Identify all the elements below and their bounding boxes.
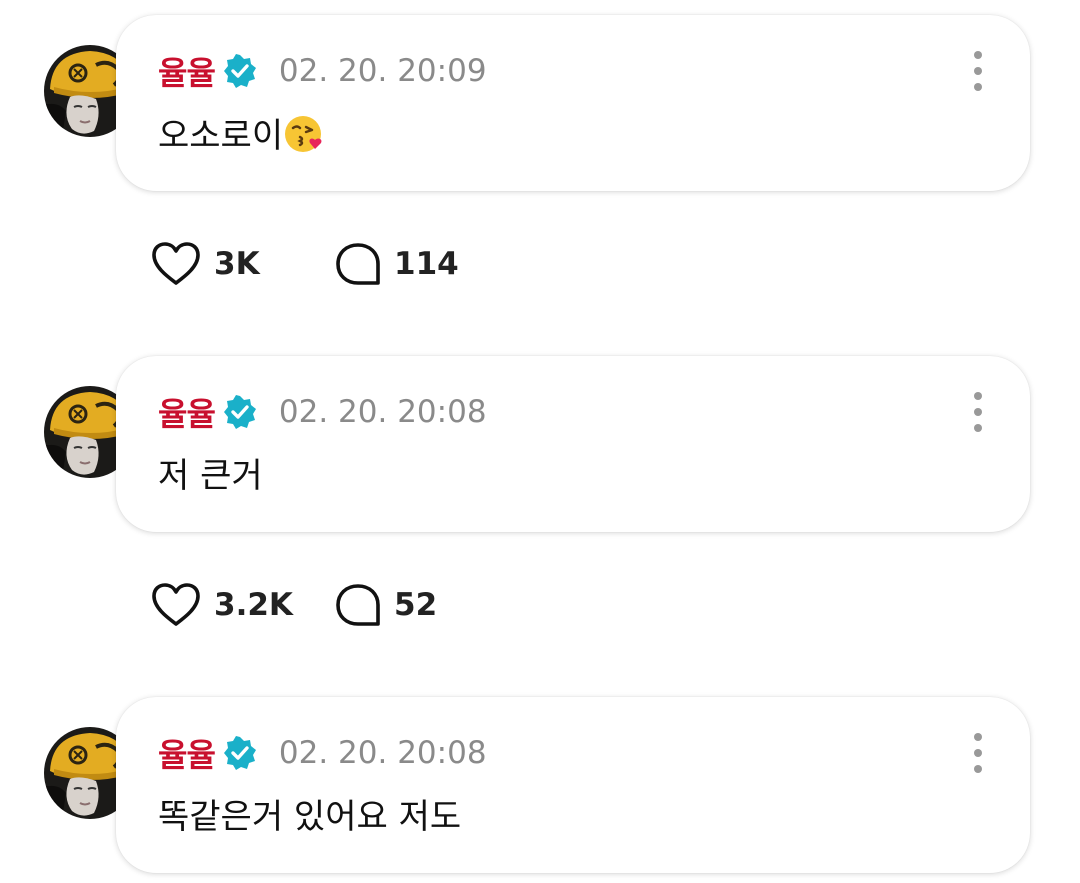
speech-bubble-icon	[334, 582, 382, 628]
heart-icon	[150, 582, 202, 628]
verified-badge-icon	[223, 54, 257, 88]
comment-meta: 율율 02. 20. 20:08	[158, 730, 487, 776]
comment-bubble: 율율 02. 20. 20:08 똑같은거 있어요 저도	[116, 697, 1030, 873]
comment-text-content: 오소로이	[158, 116, 284, 156]
like-button[interactable]: 3.2K	[150, 582, 334, 628]
reply-count: 52	[394, 587, 438, 623]
speech-bubble-icon	[334, 241, 382, 287]
comment-bubble: 율율 02. 20. 20:08 저 큰거	[116, 356, 1030, 532]
more-vertical-icon[interactable]	[966, 51, 990, 91]
reply-button[interactable]: 114	[334, 241, 459, 287]
comment-bubble: 율율 02. 20. 20:09 오소로이	[116, 15, 1030, 191]
author-name[interactable]: 율율	[158, 730, 216, 776]
verified-badge-icon	[223, 736, 257, 770]
reply-count: 114	[394, 246, 459, 282]
like-count: 3K	[214, 246, 260, 282]
timestamp: 02. 20. 20:09	[278, 53, 487, 89]
comment-text: 똑같은거 있어요 저도	[158, 797, 462, 837]
timestamp: 02. 20. 20:08	[278, 394, 487, 430]
more-vertical-icon[interactable]	[966, 392, 990, 432]
author-name[interactable]: 율율	[158, 389, 216, 435]
comment-meta: 율율 02. 20. 20:08	[158, 389, 487, 435]
author-name[interactable]: 율율	[158, 48, 216, 94]
heart-icon	[150, 241, 202, 287]
like-button[interactable]: 3K	[150, 241, 334, 287]
comment-text: 오소로이	[158, 113, 325, 158]
reply-button[interactable]: 52	[334, 582, 437, 628]
comment-meta: 율율 02. 20. 20:09	[158, 48, 487, 94]
comment-actions: 3K 114	[150, 239, 459, 289]
face-blowing-kiss-icon	[283, 113, 325, 155]
more-vertical-icon[interactable]	[966, 733, 990, 773]
comment-text: 저 큰거	[158, 456, 263, 496]
like-count: 3.2K	[214, 587, 293, 623]
comment-feed: 율율 02. 20. 20:09 오소로이 3K 114 율율 02. 20. …	[0, 0, 1080, 883]
verified-badge-icon	[223, 395, 257, 429]
comment-actions: 3.2K 52	[150, 580, 437, 630]
timestamp: 02. 20. 20:08	[278, 735, 487, 771]
